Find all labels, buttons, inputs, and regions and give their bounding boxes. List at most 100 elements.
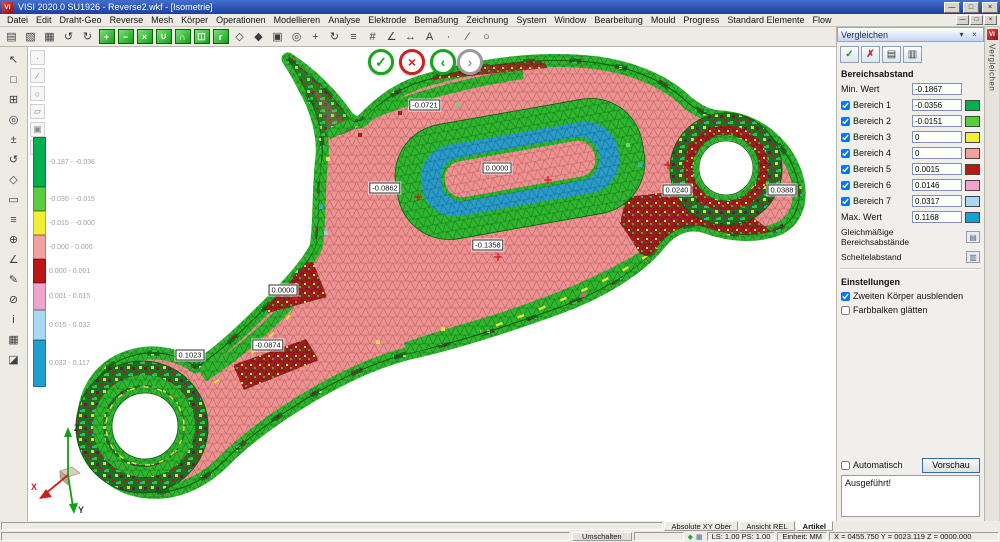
delete-icon[interactable]: ⊘ [4,290,24,309]
range-checkbox[interactable] [841,101,850,110]
tab-ansicht-rel[interactable]: Ansicht REL [739,521,794,531]
range-value-input[interactable] [912,195,962,207]
section-icon[interactable]: ◪ [4,350,24,369]
annotation-icon[interactable]: A [420,28,439,45]
solid-extrude-icon[interactable]: − [118,29,134,44]
panel-menu-icon[interactable]: ▾ [956,30,967,39]
filter-body-icon[interactable]: ▣ [30,122,45,137]
range-value-input[interactable] [912,115,962,127]
range-color-swatch[interactable] [965,180,980,191]
range-checkbox[interactable] [841,149,850,158]
range-color-swatch[interactable] [965,164,980,175]
select-window-icon[interactable]: □ [4,70,24,89]
filter-face-icon[interactable]: ▱ [30,104,45,119]
previous-button[interactable]: ‹ [430,49,456,75]
circle-icon[interactable]: ○ [477,28,496,45]
filter-point-icon[interactable]: ∙ [30,50,45,65]
info-icon[interactable]: i [4,310,24,329]
mdi-restore-button[interactable]: □ [970,15,983,25]
menu-item[interactable]: System [512,15,550,25]
filter-line-icon[interactable]: ∕ [30,68,45,83]
setting-checkbox[interactable] [841,292,850,301]
menu-item[interactable]: Mesh [147,15,177,25]
snap-status-icon[interactable]: ◆ [688,533,693,541]
redo-icon[interactable]: ↻ [78,28,97,45]
pan-icon[interactable]: ⊞ [4,90,24,109]
menu-item[interactable]: Progress [679,15,723,25]
menu-item[interactable]: Bearbeitung [590,15,647,25]
mdi-close-button[interactable]: × [984,15,997,25]
uniform-ranges-row[interactable]: Gleichmäßige Bereichsabstände ▤ [837,225,984,249]
menu-item[interactable]: Datei [3,15,32,25]
range-color-swatch[interactable] [965,196,980,207]
mesh-icon[interactable]: ▦ [4,330,24,349]
undo-icon[interactable]: ↺ [59,28,78,45]
wireframe-view-icon[interactable]: ◇ [230,28,249,45]
menu-item[interactable]: Zeichnung [462,15,512,25]
measure-icon[interactable]: ∠ [382,28,401,45]
grid-icon[interactable]: # [363,28,382,45]
visi-logo-icon[interactable]: VI [987,29,998,40]
3d-viewport[interactable]: Z Y X ∙∕○▱▣∗ -0.187 - -0.036 -0.036 [28,47,836,521]
uniform-ranges-icon[interactable]: ▤ [966,231,980,243]
vertex-distance-row[interactable]: Scheitelabstand ▥ [837,249,984,265]
menu-item[interactable]: Standard Elemente [723,15,808,25]
preview-button[interactable]: Vorschau [922,458,980,473]
automatic-checkbox[interactable] [841,461,850,470]
new-file-icon[interactable]: ▤ [2,28,21,45]
max-color-swatch[interactable] [965,212,980,223]
menu-item[interactable]: Window [550,15,590,25]
menu-item[interactable]: Körper [177,15,212,25]
menu-item[interactable]: Analyse [324,15,364,25]
rotate-view-icon[interactable]: ↻ [325,28,344,45]
min-value-input[interactable] [912,83,962,95]
close-button[interactable]: × [982,2,998,13]
copy-result-icon[interactable]: ▤ [882,46,901,63]
point-icon[interactable]: ∙ [439,28,458,45]
select-arrow-icon[interactable]: ↖ [4,50,24,69]
front-view-icon[interactable]: ▭ [4,190,24,209]
wcs-icon[interactable]: ⊕ [4,230,24,249]
iso-view-icon[interactable]: ◇ [4,170,24,189]
range-value-input[interactable] [912,131,962,143]
zoom-icon[interactable]: ◎ [4,110,24,129]
dimension-icon[interactable]: ↔ [401,28,420,45]
boolean-union-icon[interactable]: ∪ [156,29,172,44]
fillet-icon[interactable]: r [213,29,229,44]
zoom-fit-icon[interactable]: ▣ [268,28,287,45]
grid-status-icon[interactable]: ▦ [696,533,703,541]
max-value-input[interactable] [912,211,962,223]
range-checkbox[interactable] [841,197,850,206]
menu-item[interactable]: Mould [647,15,680,25]
range-checkbox[interactable] [841,165,850,174]
mdi-minimize-button[interactable]: — [956,15,969,25]
layers-icon[interactable]: ≡ [344,28,363,45]
tab-absolute-xy-ober[interactable]: Absolute XY Ober [664,521,738,531]
boolean-subtract-icon[interactable]: ∩ [175,29,191,44]
apply-icon[interactable]: ✓ [840,46,859,63]
range-color-swatch[interactable] [965,132,980,143]
filter-circle-icon[interactable]: ○ [30,86,45,101]
solid-block-icon[interactable]: + [99,29,115,44]
range-value-input[interactable] [912,163,962,175]
range-value-input[interactable] [912,179,962,191]
range-checkbox[interactable] [841,117,850,126]
menu-item[interactable]: Elektrode [364,15,410,25]
maximize-button[interactable]: □ [963,2,979,13]
menu-item[interactable]: Operationen [212,15,270,25]
menu-item[interactable]: Draht-Geo [56,15,106,25]
cancel-icon[interactable]: ✗ [861,46,880,63]
menu-item[interactable]: Reverse [106,15,148,25]
reject-button[interactable]: × [399,49,425,75]
setting-checkbox[interactable] [841,306,850,315]
vertex-distance-icon[interactable]: ▥ [966,251,980,263]
shaded-view-icon[interactable]: ◆ [249,28,268,45]
range-color-swatch[interactable] [965,148,980,159]
range-checkbox[interactable] [841,133,850,142]
minimize-button[interactable]: — [944,2,960,13]
menu-item[interactable]: Modellieren [270,15,325,25]
layers-icon[interactable]: ≡ [4,210,24,229]
pan-icon[interactable]: + [306,28,325,45]
range-value-input[interactable] [912,147,962,159]
tab-vergleichen[interactable]: Vergleichen [988,44,997,91]
